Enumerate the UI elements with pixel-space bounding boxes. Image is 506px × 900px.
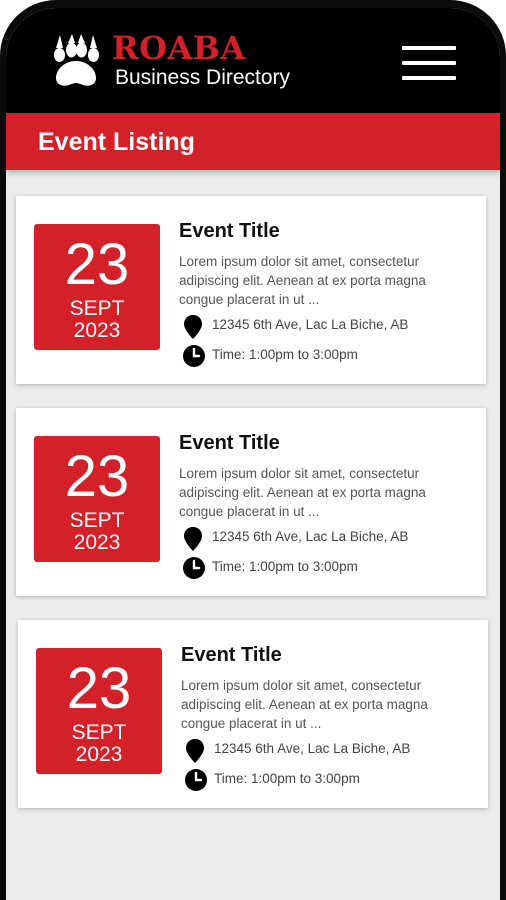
event-description: Lorem ipsum dolor sit amet, consectetur … [179,254,426,307]
brand-subtitle: Business Directory [115,66,291,89]
event-description: Lorem ipsum dolor sit amet, consectetur … [179,466,426,519]
clock-icon [183,557,205,579]
hamburger-menu-icon[interactable] [402,46,458,86]
event-day: 23 [66,656,132,721]
event-year: 2023 [75,743,123,766]
event-date-badge: 23 SEPT 2023 [36,648,162,774]
event-year: 2023 [73,319,121,342]
event-date-badge: 23 SEPT 2023 [34,436,160,562]
clock-icon [183,345,205,367]
event-card[interactable]: 23 SEPT 2023 Event Title Lorem ipsum dol… [16,196,486,384]
event-description: Lorem ipsum dolor sit amet, consectetur … [181,678,428,731]
event-card[interactable]: 23 SEPT 2023 Event Title Lorem ipsum dol… [18,620,488,808]
event-card[interactable]: 23 SEPT 2023 Event Title Lorem ipsum dol… [16,408,486,596]
event-month: SEPT [71,721,127,744]
event-time: Time: 1:00pm to 3:00pm [214,771,360,786]
location-pin-icon [184,315,202,339]
event-location: 12345 6th Ave, Lac La Biche, AB [212,317,409,332]
event-day: 23 [64,232,130,297]
event-time: Time: 1:00pm to 3:00pm [212,347,358,362]
event-day: 23 [64,444,130,509]
event-date-badge: 23 SEPT 2023 [34,224,160,350]
event-month: SEPT [69,297,125,320]
section-header: Event Listing [6,113,500,170]
event-title: Event Title [179,220,280,242]
event-location: 12345 6th Ave, Lac La Biche, AB [214,741,411,756]
menu-line [402,76,456,80]
event-title: Event Title [179,432,280,454]
event-time: Time: 1:00pm to 3:00pm [212,559,358,574]
brand-name: ROABA [112,29,246,67]
app-screen: ROABA Business Directory Event Listing 2… [6,8,500,900]
event-location: 12345 6th Ave, Lac La Biche, AB [212,529,409,544]
event-month: SEPT [69,509,125,532]
top-bar: ROABA Business Directory [6,8,500,113]
page-title: Event Listing [38,128,195,156]
event-year: 2023 [73,531,121,554]
paw-icon [54,34,99,86]
phone-frame: ROABA Business Directory Event Listing 2… [0,0,506,900]
menu-line [402,46,456,50]
location-pin-icon [186,739,204,763]
menu-line [402,61,456,65]
location-pin-icon [184,527,202,551]
clock-icon [185,769,207,791]
event-title: Event Title [181,644,282,666]
